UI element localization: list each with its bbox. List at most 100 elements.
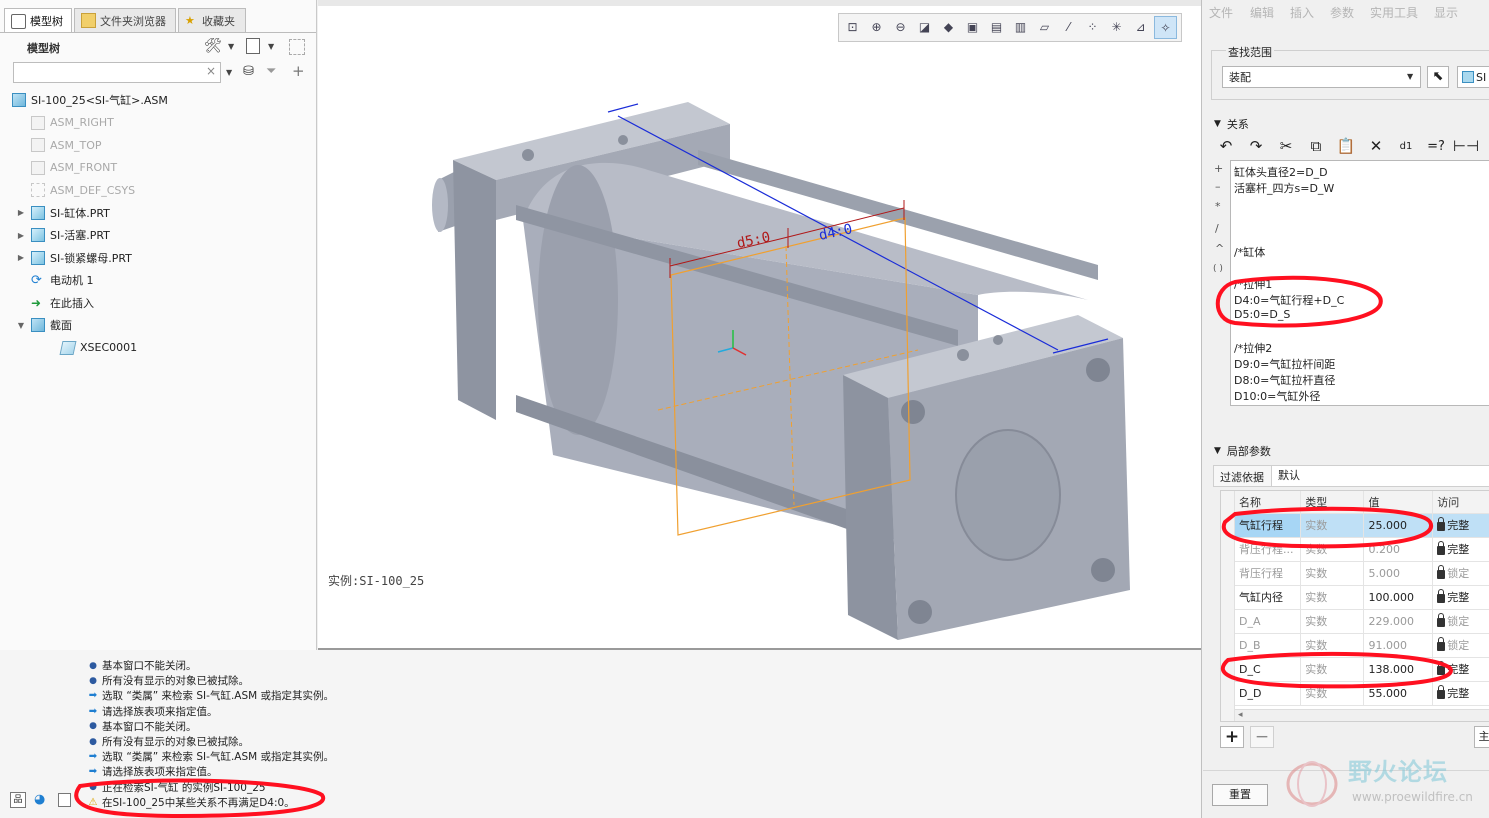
- tree-item[interactable]: ASM_DEF_CSYS: [16, 180, 135, 200]
- clear-search-icon[interactable]: ×: [206, 64, 216, 78]
- menu-item[interactable]: 实用工具: [1370, 4, 1418, 21]
- menu-item[interactable]: 编辑: [1250, 4, 1274, 21]
- reset-button[interactable]: 重置: [1212, 784, 1268, 806]
- column-header[interactable]: 值: [1363, 491, 1434, 514]
- relation-line: /*缸体: [1234, 246, 1266, 259]
- tree-item[interactable]: ASM_RIGHT: [16, 113, 114, 133]
- param-type-text: 实数: [1305, 543, 1328, 556]
- param-value[interactable]: 5.000: [1363, 561, 1434, 586]
- status-window-icon[interactable]: [58, 793, 71, 807]
- add-column-icon[interactable]: +: [292, 62, 305, 80]
- cut-icon[interactable]: ✂: [1274, 135, 1298, 157]
- show-values-icon[interactable]: d1: [1394, 135, 1418, 157]
- tree-item[interactable]: SI-100_25<SI-气缸>.ASM: [12, 90, 168, 110]
- lock-icon: [1437, 564, 1446, 579]
- tree-item[interactable]: ▶ SI-活塞.PRT: [16, 225, 110, 245]
- column-header[interactable]: 名称: [1235, 491, 1302, 514]
- filter-select[interactable]: 默认: [1271, 466, 1489, 486]
- table-row[interactable]: D_D 实数 55.000 完整: [1235, 681, 1489, 706]
- settings-dropdown-icon[interactable]: ▼: [228, 42, 234, 51]
- delete-icon[interactable]: ✕: [1364, 135, 1388, 157]
- remove-param-button[interactable]: −: [1250, 726, 1274, 748]
- tree-search-input[interactable]: [13, 62, 221, 83]
- pick-arrow-icon[interactable]: ⬉: [1427, 66, 1449, 88]
- tree-item[interactable]: ASM_TOP: [16, 135, 102, 155]
- show-icon[interactable]: [246, 38, 260, 54]
- table-row[interactable]: D_B 实数 91.000 锁定: [1235, 633, 1489, 658]
- menu-item[interactable]: 文件: [1209, 4, 1233, 21]
- redo-icon[interactable]: ↷: [1244, 135, 1268, 157]
- tree-item[interactable]: XSEC0001: [46, 338, 137, 358]
- horizontal-scrollbar[interactable]: ◂: [1235, 709, 1489, 721]
- expand-triangle-icon[interactable]: ▶: [16, 253, 26, 262]
- power-op-icon[interactable]: ^: [1215, 242, 1224, 255]
- tree-item[interactable]: ▶ SI-锁紧螺母.PRT: [16, 248, 132, 268]
- tab-folder-browser[interactable]: 文件夹浏览器: [74, 8, 176, 32]
- minus-op-icon[interactable]: –: [1215, 180, 1221, 193]
- undo-icon[interactable]: ↶: [1214, 135, 1238, 157]
- menu-item[interactable]: 参数: [1330, 4, 1354, 21]
- measure-icon[interactable]: ⊢⊣: [1453, 135, 1479, 157]
- param-value[interactable]: 0.200: [1363, 537, 1434, 562]
- expand-triangle-icon[interactable]: ▶: [16, 208, 26, 217]
- table-row[interactable]: 背压行程 实数 5.000 锁定: [1235, 561, 1489, 586]
- table-row[interactable]: 气缸行程 实数 25.000 完整: [1235, 513, 1489, 538]
- param-value[interactable]: 229.000: [1363, 609, 1434, 634]
- tree-item[interactable]: ▶ SI-缸体.PRT: [16, 203, 110, 223]
- relations-section-header[interactable]: ▼ 关系: [1214, 116, 1249, 132]
- chevron-down-icon[interactable]: ▼: [1407, 72, 1413, 81]
- menu-item[interactable]: 显示: [1434, 4, 1458, 21]
- filter-icon[interactable]: ⏷: [266, 64, 276, 79]
- param-name: 背压行程...: [1235, 537, 1302, 562]
- evaluate-icon[interactable]: =?: [1424, 135, 1448, 157]
- table-row[interactable]: 气缸内径 实数 100.000 完整: [1235, 585, 1489, 610]
- scroll-left-icon[interactable]: ◂: [1238, 710, 1243, 720]
- scope-part-button[interactable]: SI: [1457, 66, 1489, 88]
- expanded-triangle-icon[interactable]: ▼: [16, 321, 26, 330]
- graphics-viewport[interactable]: ⊡ ⊕ ⊖ ◪ ◆ ▣ ▤ ▥ ▱ ⁄ ⁘ ✳ ⊿ ✧ d5:0 d4:0 实例…: [318, 0, 1201, 650]
- table-row[interactable]: D_A 实数 229.000 锁定: [1235, 609, 1489, 634]
- collapse-triangle-icon: ▼: [1214, 446, 1221, 456]
- table-row[interactable]: 背压行程... 实数 0.200 完整: [1235, 537, 1489, 562]
- param-value[interactable]: 25.000: [1363, 513, 1434, 538]
- status-browser-icon[interactable]: ◕: [34, 792, 45, 807]
- binoculars-icon[interactable]: ⛁: [243, 64, 254, 79]
- param-access-text: 完整: [1447, 591, 1470, 604]
- param-access-text: 锁定: [1447, 567, 1470, 580]
- add-param-button[interactable]: +: [1220, 726, 1244, 748]
- status-tree-icon[interactable]: 品: [10, 792, 26, 808]
- expand-triangle-icon[interactable]: ▶: [16, 231, 26, 240]
- cylinder-model[interactable]: d5:0 d4:0: [318, 0, 1201, 650]
- search-dropdown-icon[interactable]: ▼: [226, 68, 232, 77]
- column-header[interactable]: 类型: [1300, 491, 1365, 514]
- param-value[interactable]: 100.000: [1363, 585, 1434, 610]
- param-value[interactable]: 138.000: [1363, 657, 1434, 682]
- copy-icon[interactable]: ⧉: [1304, 135, 1328, 157]
- param-type: 实数: [1300, 633, 1365, 658]
- tree-item[interactable]: ASM_FRONT: [16, 158, 117, 178]
- table-row[interactable]: D_C 实数 138.000 完整: [1235, 657, 1489, 682]
- tab-favorites[interactable]: ★ 收藏夹: [178, 8, 246, 32]
- param-name: D_B: [1235, 633, 1302, 658]
- tree-item[interactable]: ➜ 在此插入: [16, 293, 94, 313]
- param-value[interactable]: 91.000: [1363, 633, 1434, 658]
- show-dropdown-icon[interactable]: ▼: [268, 42, 274, 51]
- message-text: 选取 “类属” 来检索 SI-气缸.ASM 或指定其实例。: [102, 690, 335, 703]
- paste-icon[interactable]: 📋: [1334, 135, 1358, 157]
- column-header[interactable]: 访问: [1432, 491, 1489, 514]
- tab-model-tree[interactable]: 模型树: [4, 8, 72, 33]
- param-value[interactable]: 55.000: [1363, 681, 1434, 706]
- local-params-section-header[interactable]: ▼ 局部参数: [1214, 443, 1271, 459]
- search-scope-select[interactable]: 装配: [1222, 66, 1421, 88]
- multiply-op-icon[interactable]: *: [1215, 200, 1221, 213]
- menu-item[interactable]: 插入: [1290, 4, 1314, 21]
- more-button[interactable]: 主: [1474, 726, 1489, 748]
- divide-op-icon[interactable]: /: [1215, 222, 1219, 235]
- tree-item[interactable]: ⟳ 电动机 1: [16, 270, 94, 290]
- paren-op-icon[interactable]: ( ): [1213, 264, 1223, 274]
- tree-item[interactable]: ▼ 截面: [16, 315, 72, 335]
- settings-icon[interactable]: 🛠: [204, 38, 222, 54]
- tree-columns-icon[interactable]: [289, 39, 305, 55]
- plus-op-icon[interactable]: +: [1214, 162, 1223, 175]
- relation-line: D5:0=D_S: [1234, 308, 1291, 321]
